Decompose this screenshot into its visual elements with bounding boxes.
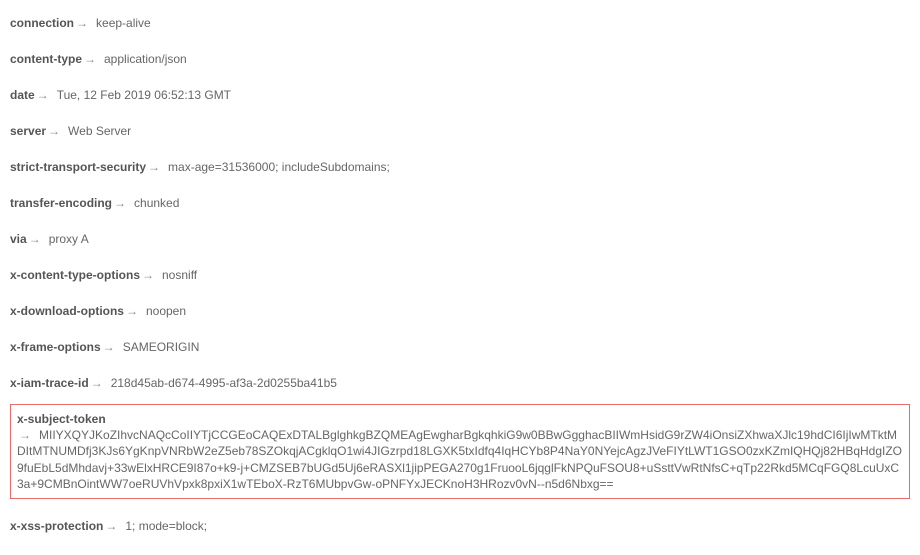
arrow-icon: → [17,428,35,442]
header-row-x-frame-options: x-frame-options→SAMEORIGIN [10,330,910,366]
arrow-icon: → [46,124,64,138]
header-row-x-xss-protection: x-xss-protection→1; mode=block; [10,509,910,545]
arrow-icon: → [101,340,119,354]
header-key: content-type [10,52,82,66]
header-value: chunked [130,196,179,210]
header-key: x-content-type-options [10,268,140,282]
header-value: MIIYXQYJKoZIhvcNAQcCoIIYTjCCGEoCAQExDTAL… [17,428,902,491]
header-row-strict-transport-security: strict-transport-security→max-age=315360… [10,150,910,186]
header-value: application/json [100,52,187,66]
arrow-icon: → [27,232,45,246]
header-key: strict-transport-security [10,160,146,174]
header-key: via [10,232,27,246]
arrow-icon: → [74,16,92,30]
arrow-icon: → [146,160,164,174]
header-row-x-download-options: x-download-options→noopen [10,294,910,330]
header-key: connection [10,16,74,30]
header-value: noopen [142,304,186,318]
header-value: proxy A [45,232,89,246]
arrow-icon: → [35,88,53,102]
header-value: 218d45ab-d674-4995-af3a-2d0255ba41b5 [107,376,337,390]
header-key: x-subject-token [17,412,106,426]
response-headers-list: connection→keep-alivecontent-type→applic… [0,0,920,555]
header-value: SAMEORIGIN [119,340,200,354]
header-key: date [10,88,35,102]
header-row-transfer-encoding: transfer-encoding→chunked [10,186,910,222]
header-value: nosniff [158,268,197,282]
header-row-via: via→proxy A [10,222,910,258]
arrow-icon: → [140,268,158,282]
header-key: x-iam-trace-id [10,376,89,390]
header-row-date: date→Tue, 12 Feb 2019 06:52:13 GMT [10,78,910,114]
header-row-x-subject-token: x-subject-token →MIIYXQYJKoZIhvcNAQcCoIIY… [10,404,910,499]
arrow-icon: → [82,52,100,66]
header-key: x-frame-options [10,340,101,354]
header-key: x-download-options [10,304,124,318]
arrow-icon: → [124,304,142,318]
header-row-x-content-type-options: x-content-type-options→nosniff [10,258,910,294]
header-key: transfer-encoding [10,196,112,210]
header-key: x-xss-protection [10,519,103,533]
arrow-icon: → [103,519,121,533]
header-value: Web Server [64,124,131,138]
header-row-server: server→Web Server [10,114,910,150]
header-value: keep-alive [92,16,151,30]
header-key: server [10,124,46,138]
header-value: max-age=31536000; includeSubdomains; [164,160,390,174]
header-row-connection: connection→keep-alive [10,6,910,42]
header-value: Tue, 12 Feb 2019 06:52:13 GMT [53,88,231,102]
header-row-x-iam-trace-id: x-iam-trace-id→218d45ab-d674-4995-af3a-2… [10,366,910,402]
arrow-icon: → [89,376,107,390]
header-row-content-type: content-type→application/json [10,42,910,78]
header-value: 1; mode=block; [121,519,207,533]
arrow-icon: → [112,196,130,210]
